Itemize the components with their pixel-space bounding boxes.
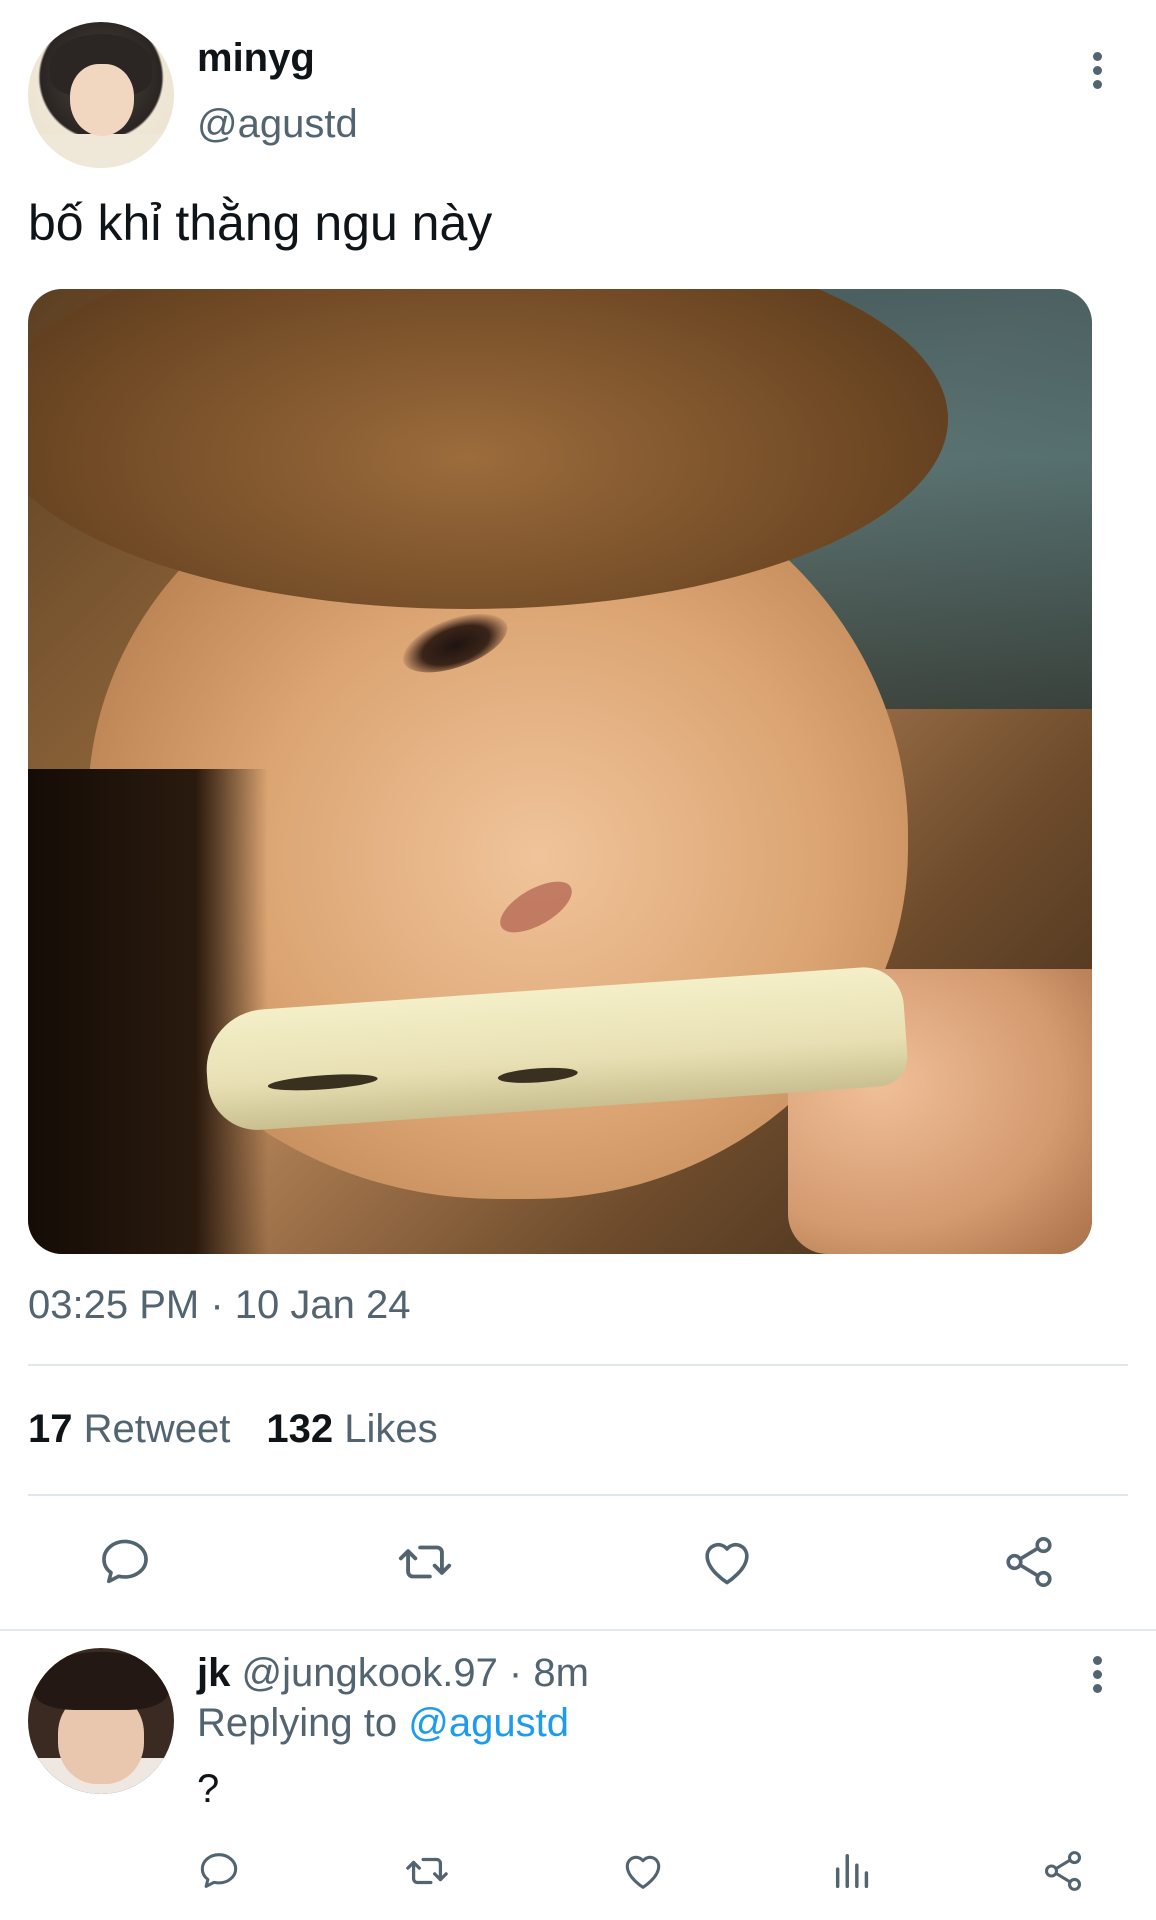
share-button[interactable] bbox=[1000, 1533, 1058, 1591]
main-tweet[interactable]: minyg @agustd bố khỉ thằng ngu này 03:25… bbox=[0, 0, 1156, 1630]
reply-author-handle[interactable]: @jungkook.97 bbox=[241, 1651, 497, 1695]
tweet-image[interactable] bbox=[28, 289, 1092, 1254]
likes-stat[interactable]: 132 Likes bbox=[266, 1407, 437, 1451]
avatar-face bbox=[70, 64, 134, 136]
divider bbox=[28, 1494, 1128, 1496]
like-button[interactable] bbox=[698, 1533, 756, 1591]
divider bbox=[28, 1364, 1128, 1366]
replying-mention[interactable]: @agustd bbox=[408, 1701, 569, 1745]
retweet-button[interactable] bbox=[396, 1533, 454, 1591]
retweet-stat[interactable]: 17 Retweet bbox=[28, 1407, 230, 1451]
reply-analytics-button[interactable] bbox=[830, 1848, 876, 1894]
reply-separator: · bbox=[497, 1651, 534, 1695]
retweet-icon bbox=[406, 1857, 448, 1885]
reply-time[interactable]: 8m bbox=[533, 1651, 589, 1695]
share-icon bbox=[1006, 1536, 1052, 1588]
likes-count: 132 bbox=[266, 1407, 334, 1451]
likes-label: Likes bbox=[344, 1407, 438, 1451]
share-icon bbox=[1044, 1851, 1082, 1891]
like-icon bbox=[705, 1542, 749, 1585]
avatar-shirt bbox=[28, 134, 174, 168]
retweet-icon bbox=[398, 1545, 452, 1579]
reply-icon bbox=[200, 1853, 238, 1888]
reply-reply-button[interactable] bbox=[196, 1848, 242, 1894]
reply-like-button[interactable] bbox=[620, 1848, 666, 1894]
reply-icon bbox=[102, 1539, 148, 1584]
engagement-stats: 17 Retweet 132 Likes bbox=[28, 1404, 438, 1454]
section-divider bbox=[0, 1629, 1156, 1631]
reply-header: jk @jungkook.97 · 8m bbox=[197, 1648, 589, 1698]
author-avatar[interactable] bbox=[28, 22, 174, 168]
retweet-count: 17 bbox=[28, 1407, 73, 1451]
tweet-text: bố khỉ thằng ngu này bbox=[28, 195, 493, 251]
more-vertical-icon[interactable] bbox=[1082, 48, 1112, 92]
more-vertical-icon[interactable] bbox=[1082, 1652, 1112, 1696]
author-handle[interactable]: @agustd bbox=[197, 100, 358, 148]
replying-label: Replying to bbox=[197, 1701, 409, 1745]
reply-author-avatar[interactable] bbox=[28, 1648, 174, 1794]
reply-author-name[interactable]: jk bbox=[197, 1651, 230, 1695]
like-icon bbox=[625, 1855, 661, 1889]
author-name[interactable]: minyg bbox=[197, 34, 315, 82]
retweet-label: Retweet bbox=[83, 1407, 231, 1451]
analytics-icon bbox=[835, 1853, 869, 1889]
replying-to: Replying to @agustd bbox=[197, 1698, 569, 1748]
reply-share-button[interactable] bbox=[1040, 1848, 1086, 1894]
reply-button[interactable] bbox=[96, 1533, 154, 1591]
reply-text: ? bbox=[197, 1767, 220, 1811]
reply-retweet-button[interactable] bbox=[404, 1848, 450, 1894]
tweet-timestamp[interactable]: 03:25 PM · 10 Jan 24 bbox=[28, 1280, 410, 1330]
